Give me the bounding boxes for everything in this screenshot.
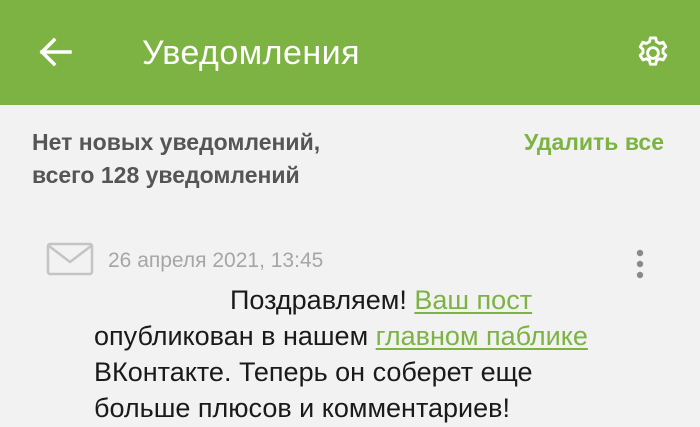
main-public-link[interactable]: главном паблике [376, 321, 588, 351]
message-text: опубликован в нашем [94, 321, 376, 351]
summary-line-new: Нет новых уведомлений, [32, 129, 321, 155]
arrow-left-icon [39, 37, 72, 67]
message-line: Поздравляем! Ваш пост [94, 282, 680, 318]
notification-item[interactable]: 26 апреля 2021, 13:45 Поздравляем! Ваш п… [0, 236, 700, 427]
post-link[interactable]: Ваш пост [414, 285, 532, 315]
summary-line-total: всего 128 уведомлений [32, 162, 300, 188]
envelope-icon [46, 242, 94, 276]
app-bar: Уведомления [0, 0, 700, 105]
message-line: больше плюсов и комментариев! [94, 393, 510, 423]
notifications-summary: Нет новых уведомлений, всего 128 уведомл… [32, 126, 452, 192]
more-vertical-icon [636, 249, 644, 279]
notifications-screen: Уведомления Нет новых уведомлений, всего… [0, 0, 700, 427]
settings-button[interactable] [628, 28, 678, 78]
notification-menu-button[interactable] [622, 242, 658, 286]
gear-icon [638, 36, 668, 66]
message-line: ВКонтакте. Теперь он соберет еще [94, 357, 533, 387]
message-text: Поздравляем! [230, 285, 415, 315]
delete-all-button[interactable]: Удалить все [524, 126, 664, 159]
back-button[interactable] [30, 28, 80, 76]
notification-message: Поздравляем! Ваш пост опубликован в наше… [94, 282, 680, 426]
message-line: опубликован в нашем главном паблике [94, 318, 680, 354]
notification-timestamp: 26 апреля 2021, 13:45 [108, 249, 324, 272]
page-title: Уведомления [142, 34, 361, 72]
